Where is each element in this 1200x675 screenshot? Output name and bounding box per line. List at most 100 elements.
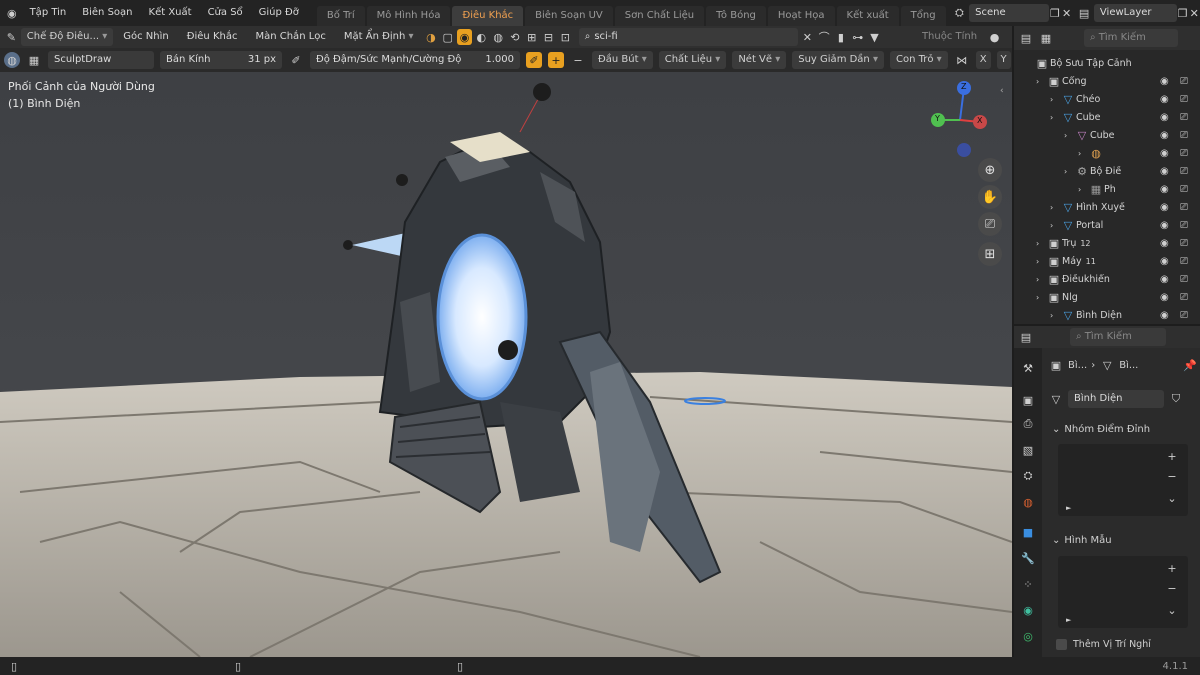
outliner-item[interactable]: › ▣ Trụ 12 ◉ ⎚ — [1014, 234, 1200, 252]
tab-modeling[interactable]: Mô Hình Hóa — [366, 6, 451, 26]
zoom-icon[interactable]: ⊕ — [978, 158, 1002, 182]
chevron-icon[interactable]: › — [1036, 293, 1046, 302]
bookmark-icon[interactable]: ▮ — [834, 29, 849, 45]
chevron-icon[interactable]: › — [1064, 167, 1074, 176]
render-camera-icon[interactable]: ⎚ — [1180, 220, 1188, 231]
render-camera-icon[interactable]: ⎚ — [1180, 184, 1188, 195]
box-mask-icon[interactable]: ▢ — [440, 29, 455, 45]
chevron-icon[interactable]: › — [1036, 257, 1046, 266]
properties-label[interactable]: Thuộc Tính — [914, 24, 985, 50]
chevron-icon[interactable]: › — [1036, 77, 1046, 86]
menu-mask[interactable]: Màn Chắn Lọc — [247, 24, 333, 50]
camera-icon[interactable]: ⎚ — [978, 212, 1002, 236]
sphere-icon[interactable]: ◐ — [474, 29, 489, 45]
filter-icon[interactable]: ▼ — [867, 29, 882, 45]
chevron-icon[interactable]: › — [1036, 275, 1046, 284]
collapse-sidebar-icon[interactable]: ‹ — [1000, 86, 1004, 96]
shading-icon[interactable]: ⊡ — [558, 29, 573, 45]
tab-layout[interactable]: Bố Trí — [316, 6, 365, 26]
eye-icon[interactable]: ◉ — [1160, 166, 1169, 177]
render-tab-icon[interactable]: ▣ — [1020, 392, 1036, 408]
eye-icon[interactable]: ◉ — [1160, 112, 1169, 123]
scene-name-field[interactable]: Scene — [969, 4, 1050, 22]
outliner-item[interactable]: › ▣ Máy 11 ◉ ⎚ — [1014, 252, 1200, 270]
properties-search-input[interactable]: ⌕ Tìm Kiếm — [1070, 328, 1166, 346]
editor-type-icon[interactable]: ▤ — [1018, 329, 1034, 345]
scene-tab-icon[interactable]: ⛭ — [1020, 468, 1036, 484]
chevron-icon[interactable]: › — [1050, 311, 1060, 320]
eye-icon[interactable]: ◉ — [1160, 310, 1169, 321]
tab-animation[interactable]: Hoạt Họa — [767, 6, 835, 26]
new-viewlayer-icon[interactable]: ❐ — [1177, 5, 1189, 21]
tab-uv-editing[interactable]: Biên Soạn UV — [525, 6, 613, 26]
outliner-item[interactable]: › ▽ Hình Xuyế ◉ ⎚ — [1014, 198, 1200, 216]
falloff-dropdown[interactable]: Suy Giảm Dần — [792, 51, 884, 69]
link-icon[interactable]: ⌒ — [817, 29, 832, 45]
vertex-group-menu-icon[interactable]: ⌄ — [1164, 490, 1180, 506]
subtract-direction-icon[interactable]: − — [570, 52, 586, 68]
symmetry-icon[interactable]: ⋈ — [954, 52, 970, 68]
globe-icon[interactable]: ◍ — [491, 29, 506, 45]
chevron-icon[interactable]: › — [1064, 131, 1074, 140]
viewlayer-name-field[interactable]: ViewLayer — [1093, 4, 1177, 22]
particles-tab-icon[interactable]: ⁘ — [1020, 576, 1036, 592]
color-attribute-icon[interactable]: ◑ — [424, 29, 439, 45]
scene-icon[interactable]: ⛭ — [954, 5, 966, 21]
menu-edit[interactable]: Biên Soạn — [74, 0, 140, 26]
remove-vertex-group-icon[interactable]: − — [1164, 468, 1180, 484]
tab-shading[interactable]: Tô Bóng — [706, 6, 766, 26]
vertex-groups-header[interactable]: ⌄ Nhóm Điểm Đỉnh — [1052, 420, 1198, 438]
overlay-icon[interactable]: ⊞ — [524, 29, 539, 45]
hierarchy-icon[interactable]: ⊶ — [850, 29, 865, 45]
add-rest-position-row[interactable]: Thêm Vị Trí Nghỉ — [1056, 636, 1196, 652]
chevron-icon[interactable]: › — [1050, 203, 1060, 212]
menu-view[interactable]: Góc Nhìn — [115, 24, 176, 50]
render-camera-icon[interactable]: ⎚ — [1180, 166, 1188, 177]
eye-icon[interactable]: ◉ — [1160, 184, 1169, 195]
viewlayer-icon[interactable]: ▤ — [1078, 5, 1090, 21]
add-direction-icon[interactable]: + — [548, 52, 564, 68]
new-scene-icon[interactable]: ❐ — [1049, 5, 1061, 21]
outliner-item[interactable]: › ▽ Portal ◉ ⎚ — [1014, 216, 1200, 234]
tab-texture-paint[interactable]: Sơn Chất Liệu — [614, 6, 705, 26]
eye-icon[interactable]: ◉ — [1160, 292, 1169, 303]
render-camera-icon[interactable]: ⎚ — [1180, 274, 1188, 285]
active-tool-icon[interactable]: ◉ — [457, 29, 472, 45]
add-vertex-group-icon[interactable]: + — [1164, 448, 1180, 464]
editor-type-icon[interactable]: ▤ — [1018, 30, 1034, 46]
display-mode-icon[interactable]: ▦ — [1038, 30, 1054, 46]
outliner-item[interactable]: › ⚙ Bộ Điề ◉ ⎚ — [1014, 162, 1200, 180]
chevron-icon[interactable]: › — [1078, 185, 1088, 194]
remove-scene-icon[interactable]: ✕ — [1061, 5, 1073, 21]
tool-tab-icon[interactable]: ⚒ — [1020, 360, 1036, 376]
pan-hand-icon[interactable]: ✋ — [978, 185, 1002, 209]
rest-position-checkbox[interactable] — [1056, 638, 1067, 650]
menu-face-sets[interactable]: Mặt Ẩn Định — [336, 24, 422, 50]
eye-icon[interactable]: ◉ — [1160, 238, 1169, 249]
tab-compositing[interactable]: Tổng — [900, 6, 946, 26]
eye-icon[interactable]: ◉ — [1160, 130, 1169, 141]
blender-logo-icon[interactable]: ◉ — [6, 5, 18, 21]
cursor-dropdown[interactable]: Con Trỏ — [889, 51, 948, 69]
render-camera-icon[interactable]: ⎚ — [1180, 292, 1188, 303]
outliner-item[interactable]: › ▣ Cổng ◉ ⎚ — [1014, 72, 1200, 90]
world-tab-icon[interactable]: ◍ — [1020, 494, 1036, 510]
render-camera-icon[interactable]: ⎚ — [1180, 76, 1188, 87]
pin-icon[interactable]: 📌 — [1182, 357, 1198, 373]
tab-sculpting[interactable]: Điêu Khắc — [452, 6, 524, 26]
outliner-item[interactable]: › ▦ Ph ◉ ⎚ — [1014, 180, 1200, 198]
chevron-icon[interactable]: › — [1050, 95, 1060, 104]
outliner-item[interactable]: › ▣ Điềukhiển ◉ ⎚ — [1014, 270, 1200, 288]
mesh-name-field[interactable]: Bình Diện — [1068, 390, 1164, 408]
render-camera-icon[interactable]: ⎚ — [1180, 130, 1188, 141]
render-camera-icon[interactable]: ⎚ — [1180, 202, 1188, 213]
tab-rendering[interactable]: Kết xuất — [836, 6, 899, 26]
physics-tab-icon[interactable]: ◉ — [1020, 602, 1036, 618]
menu-help[interactable]: Giúp Đỡ — [251, 0, 307, 26]
outliner-item[interactable]: › ▣ Nlg ◉ ⎚ — [1014, 288, 1200, 306]
outliner-item[interactable]: › ▽ Cube ◉ ⎚ — [1014, 108, 1200, 126]
menu-file[interactable]: Tập Tin — [22, 0, 75, 26]
chevron-icon[interactable]: › — [1078, 149, 1088, 158]
clear-search-icon[interactable]: ✕ — [800, 29, 815, 45]
brush-name-field[interactable]: SculptDraw — [48, 51, 154, 69]
